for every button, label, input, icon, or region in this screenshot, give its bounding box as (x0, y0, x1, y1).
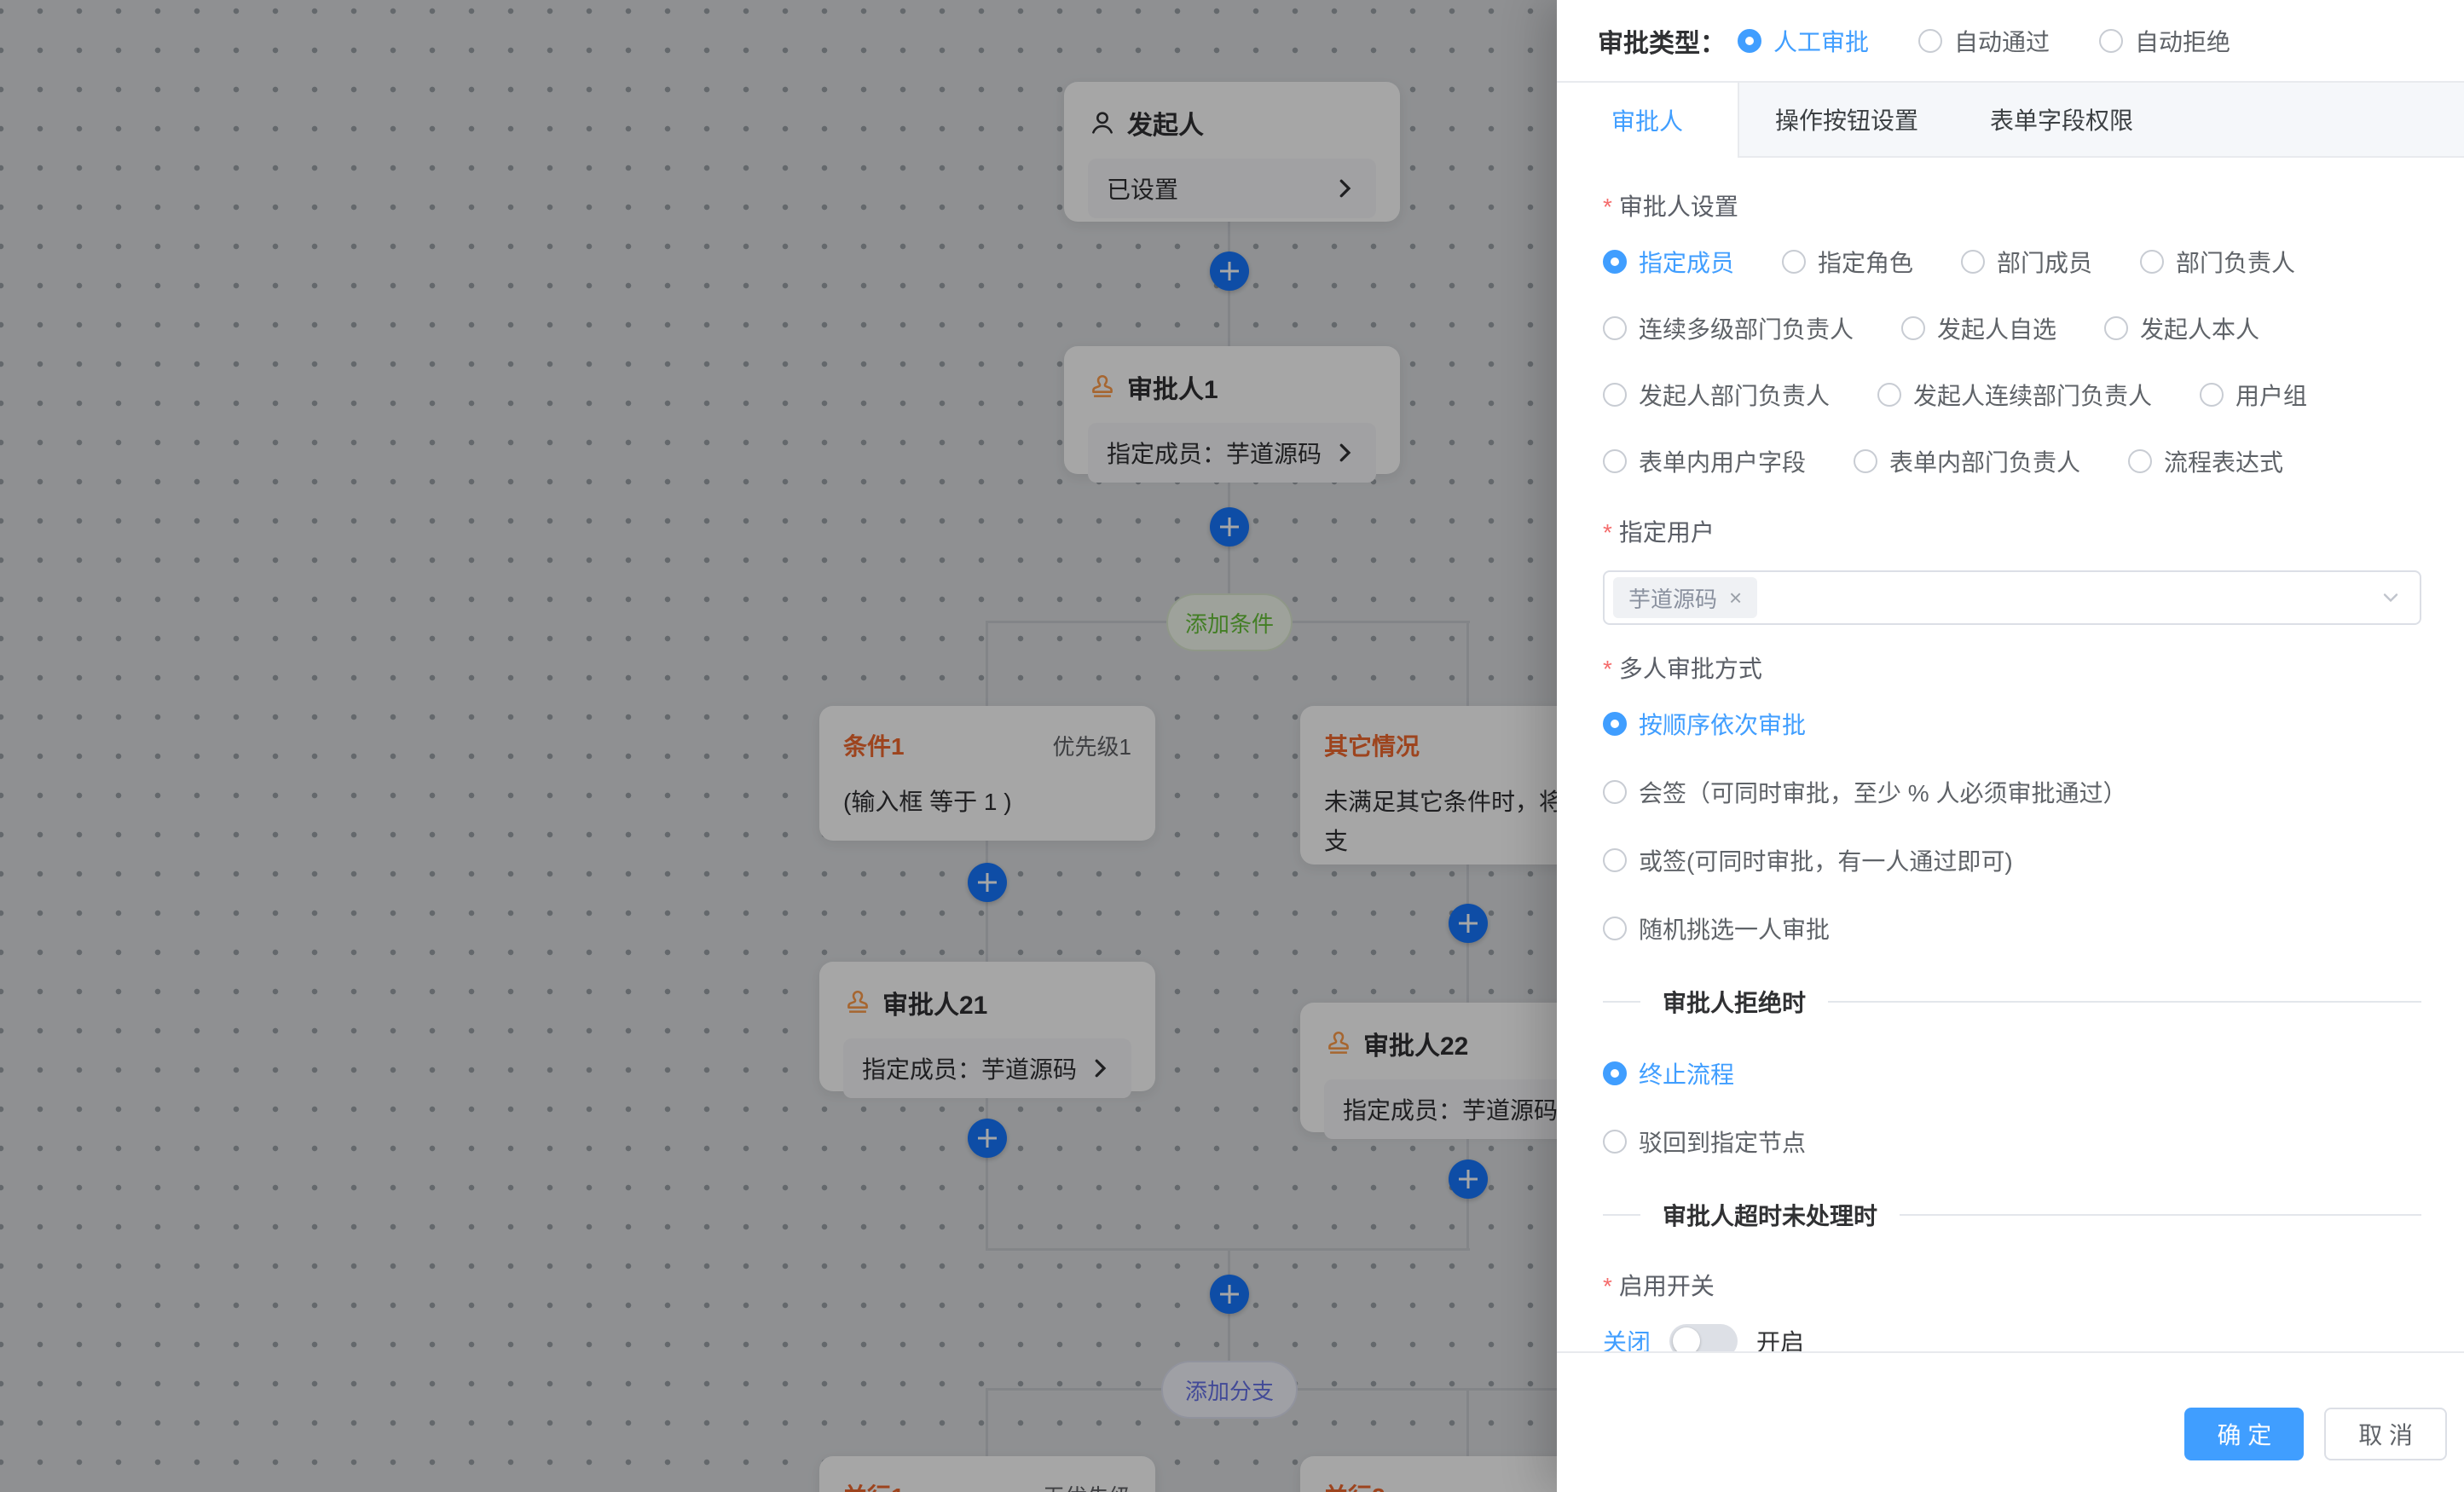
radio-label: 或签(可同时审批，有一人通过即可) (1639, 843, 2013, 877)
multi-approve-radio-group: 按顺序依次审批 会签（可同时审批，至少 % 人必须审批通过） 或签(可同时审批，… (1603, 707, 2421, 946)
tab-approver[interactable]: 审批人 (1557, 83, 1739, 158)
radio-icon (1782, 250, 1806, 274)
radio-label: 指定角色 (1818, 245, 1913, 279)
radio-icon (1603, 712, 1627, 736)
radio-icon (2128, 449, 2152, 473)
approval-type-auto-pass-radio[interactable]: 自动通过 (1918, 24, 2050, 58)
approver-setting-radio-group: 指定成员 指定角色 部门成员 部门负责人 连续多级部门负责人 (1603, 245, 2421, 511)
radio-icon (2104, 316, 2128, 340)
radio-multi-level-dept-leader[interactable]: 连续多级部门负责人 (1603, 311, 1854, 345)
radio-dept-leader[interactable]: 部门负责人 (2140, 245, 2295, 279)
confirm-button[interactable]: 确 定 (2184, 1408, 2304, 1460)
radio-label: 发起人部门负责人 (1639, 378, 1830, 412)
radio-label: 自动拒绝 (2135, 24, 2230, 58)
radio-process-expression[interactable]: 流程表达式 (2128, 444, 2283, 478)
radio-icon (1603, 250, 1627, 274)
radio-icon (1603, 1130, 1627, 1154)
tag-close-icon[interactable]: × (1729, 585, 1742, 611)
radio-label: 表单内部门负责人 (1889, 444, 2080, 478)
radio-label: 部门负责人 (2176, 245, 2295, 279)
reject-radio-group: 终止流程 驳回到指定节点 (1603, 1056, 2421, 1159)
radio-label: 会签（可同时审批，至少 % 人必须审批通过） (1639, 775, 2126, 809)
drawer-content: 审批人设置 指定成员 指定角色 部门成员 部门负责人 (1557, 158, 2464, 1351)
radio-icon (1603, 780, 1627, 804)
user-tag[interactable]: 芋道源码 × (1613, 577, 1757, 618)
reject-section-divider: 审批人拒绝时 (1603, 985, 2421, 1019)
approval-type-manual-radio[interactable]: 人工审批 (1738, 24, 1869, 58)
radio-label: 随机挑选一人审批 (1639, 911, 1830, 946)
multi-approve-label: 多人审批方式 (1603, 652, 2421, 686)
radio-icon (1738, 29, 1761, 53)
timeout-section-divider: 审批人超时未处理时 (1603, 1198, 2421, 1232)
radio-assign-member[interactable]: 指定成员 (1603, 245, 1734, 279)
radio-icon (2099, 29, 2123, 53)
radio-or-sign[interactable]: 或签(可同时审批，有一人通过即可) (1603, 843, 2421, 877)
radio-form-dept-leader[interactable]: 表单内部门负责人 (1854, 444, 2080, 478)
radio-label: 终止流程 (1639, 1056, 1734, 1090)
radio-icon (1901, 316, 1925, 340)
radio-starter-self[interactable]: 发起人本人 (2104, 311, 2259, 345)
radio-icon (1603, 316, 1627, 340)
radio-icon (2140, 250, 2164, 274)
radio-sequential-approve[interactable]: 按顺序依次审批 (1603, 707, 2421, 741)
radio-icon (1603, 449, 1627, 473)
toggle-knob (1673, 1327, 1700, 1351)
radio-random-one[interactable]: 随机挑选一人审批 (1603, 911, 2421, 946)
radio-starter-dept-leader[interactable]: 发起人部门负责人 (1603, 378, 1830, 412)
radio-label: 发起人本人 (2140, 311, 2259, 345)
radio-icon (1603, 917, 1627, 940)
reject-section-title: 审批人拒绝时 (1663, 985, 1806, 1019)
timeout-section-title: 审批人超时未处理时 (1663, 1198, 1877, 1232)
radio-icon (1603, 383, 1627, 407)
radio-label: 部门成员 (1997, 245, 2092, 279)
radio-label: 用户组 (2236, 378, 2307, 412)
radio-icon (2200, 383, 2224, 407)
radio-starter-multi-dept-leader[interactable]: 发起人连续部门负责人 (1877, 378, 2152, 412)
assign-user-label: 指定用户 (1603, 516, 2421, 550)
radio-label: 表单内用户字段 (1639, 444, 1806, 478)
radio-countersign[interactable]: 会签（可同时审批，至少 % 人必须审批通过） (1603, 775, 2421, 809)
radio-label: 流程表达式 (2164, 444, 2283, 478)
approval-type-label: 审批类型： (1598, 22, 1726, 60)
switch-on-text[interactable]: 开启 (1756, 1324, 1804, 1351)
timeout-toggle[interactable] (1669, 1324, 1738, 1351)
radio-label: 人工审批 (1773, 24, 1869, 58)
radio-icon (1603, 848, 1627, 872)
radio-label: 自动通过 (1954, 24, 2050, 58)
approval-type-auto-reject-radio[interactable]: 自动拒绝 (2099, 24, 2230, 58)
radio-return-to-node[interactable]: 驳回到指定节点 (1603, 1125, 2421, 1159)
tab-form-field-permission[interactable]: 表单字段权限 (1954, 83, 2169, 156)
radio-form-user-field[interactable]: 表单内用户字段 (1603, 444, 1806, 478)
radio-icon (1961, 250, 1985, 274)
radio-label: 按顺序依次审批 (1639, 707, 1806, 741)
radio-icon (1918, 29, 1942, 53)
drawer-footer: 确 定 取 消 (1557, 1351, 2464, 1492)
tab-button-settings[interactable]: 操作按钮设置 (1739, 83, 1954, 156)
radio-starter-self-select[interactable]: 发起人自选 (1901, 311, 2056, 345)
assign-user-select[interactable]: 芋道源码 × (1603, 570, 2421, 625)
timeout-switch-row: 关闭 开启 (1603, 1324, 2421, 1351)
radio-label: 指定成员 (1639, 245, 1734, 279)
app-root: 发起人 已设置 审批人1 指定成员：芋道源码 添加条件 (0, 0, 2464, 1492)
radio-user-group[interactable]: 用户组 (2200, 378, 2307, 412)
radio-icon (1877, 383, 1901, 407)
enable-switch-label: 启用开关 (1603, 1269, 2421, 1304)
user-tag-text: 芋道源码 (1628, 582, 1717, 614)
radio-icon (1603, 1061, 1627, 1085)
cancel-button[interactable]: 取 消 (2324, 1408, 2447, 1460)
radio-dept-member[interactable]: 部门成员 (1961, 245, 2092, 279)
approver-settings-drawer: 审批类型： 人工审批 自动通过 自动拒绝 审批人 操作按钮设置 表单字段权限 审… (1557, 0, 2464, 1492)
settings-tab-bar: 审批人 操作按钮设置 表单字段权限 (1557, 81, 2464, 158)
radio-terminate-process[interactable]: 终止流程 (1603, 1056, 2421, 1090)
approval-type-row: 审批类型： 人工审批 自动通过 自动拒绝 (1557, 0, 2464, 81)
radio-label: 驳回到指定节点 (1639, 1125, 1806, 1159)
switch-off-text[interactable]: 关闭 (1603, 1324, 1651, 1351)
radio-label: 发起人自选 (1937, 311, 2056, 345)
radio-label: 发起人连续部门负责人 (1913, 378, 2152, 412)
approver-setting-label: 审批人设置 (1603, 190, 2421, 224)
radio-label: 连续多级部门负责人 (1639, 311, 1854, 345)
chevron-down-icon (2379, 586, 2403, 610)
radio-icon (1854, 449, 1877, 473)
radio-assign-role[interactable]: 指定角色 (1782, 245, 1913, 279)
